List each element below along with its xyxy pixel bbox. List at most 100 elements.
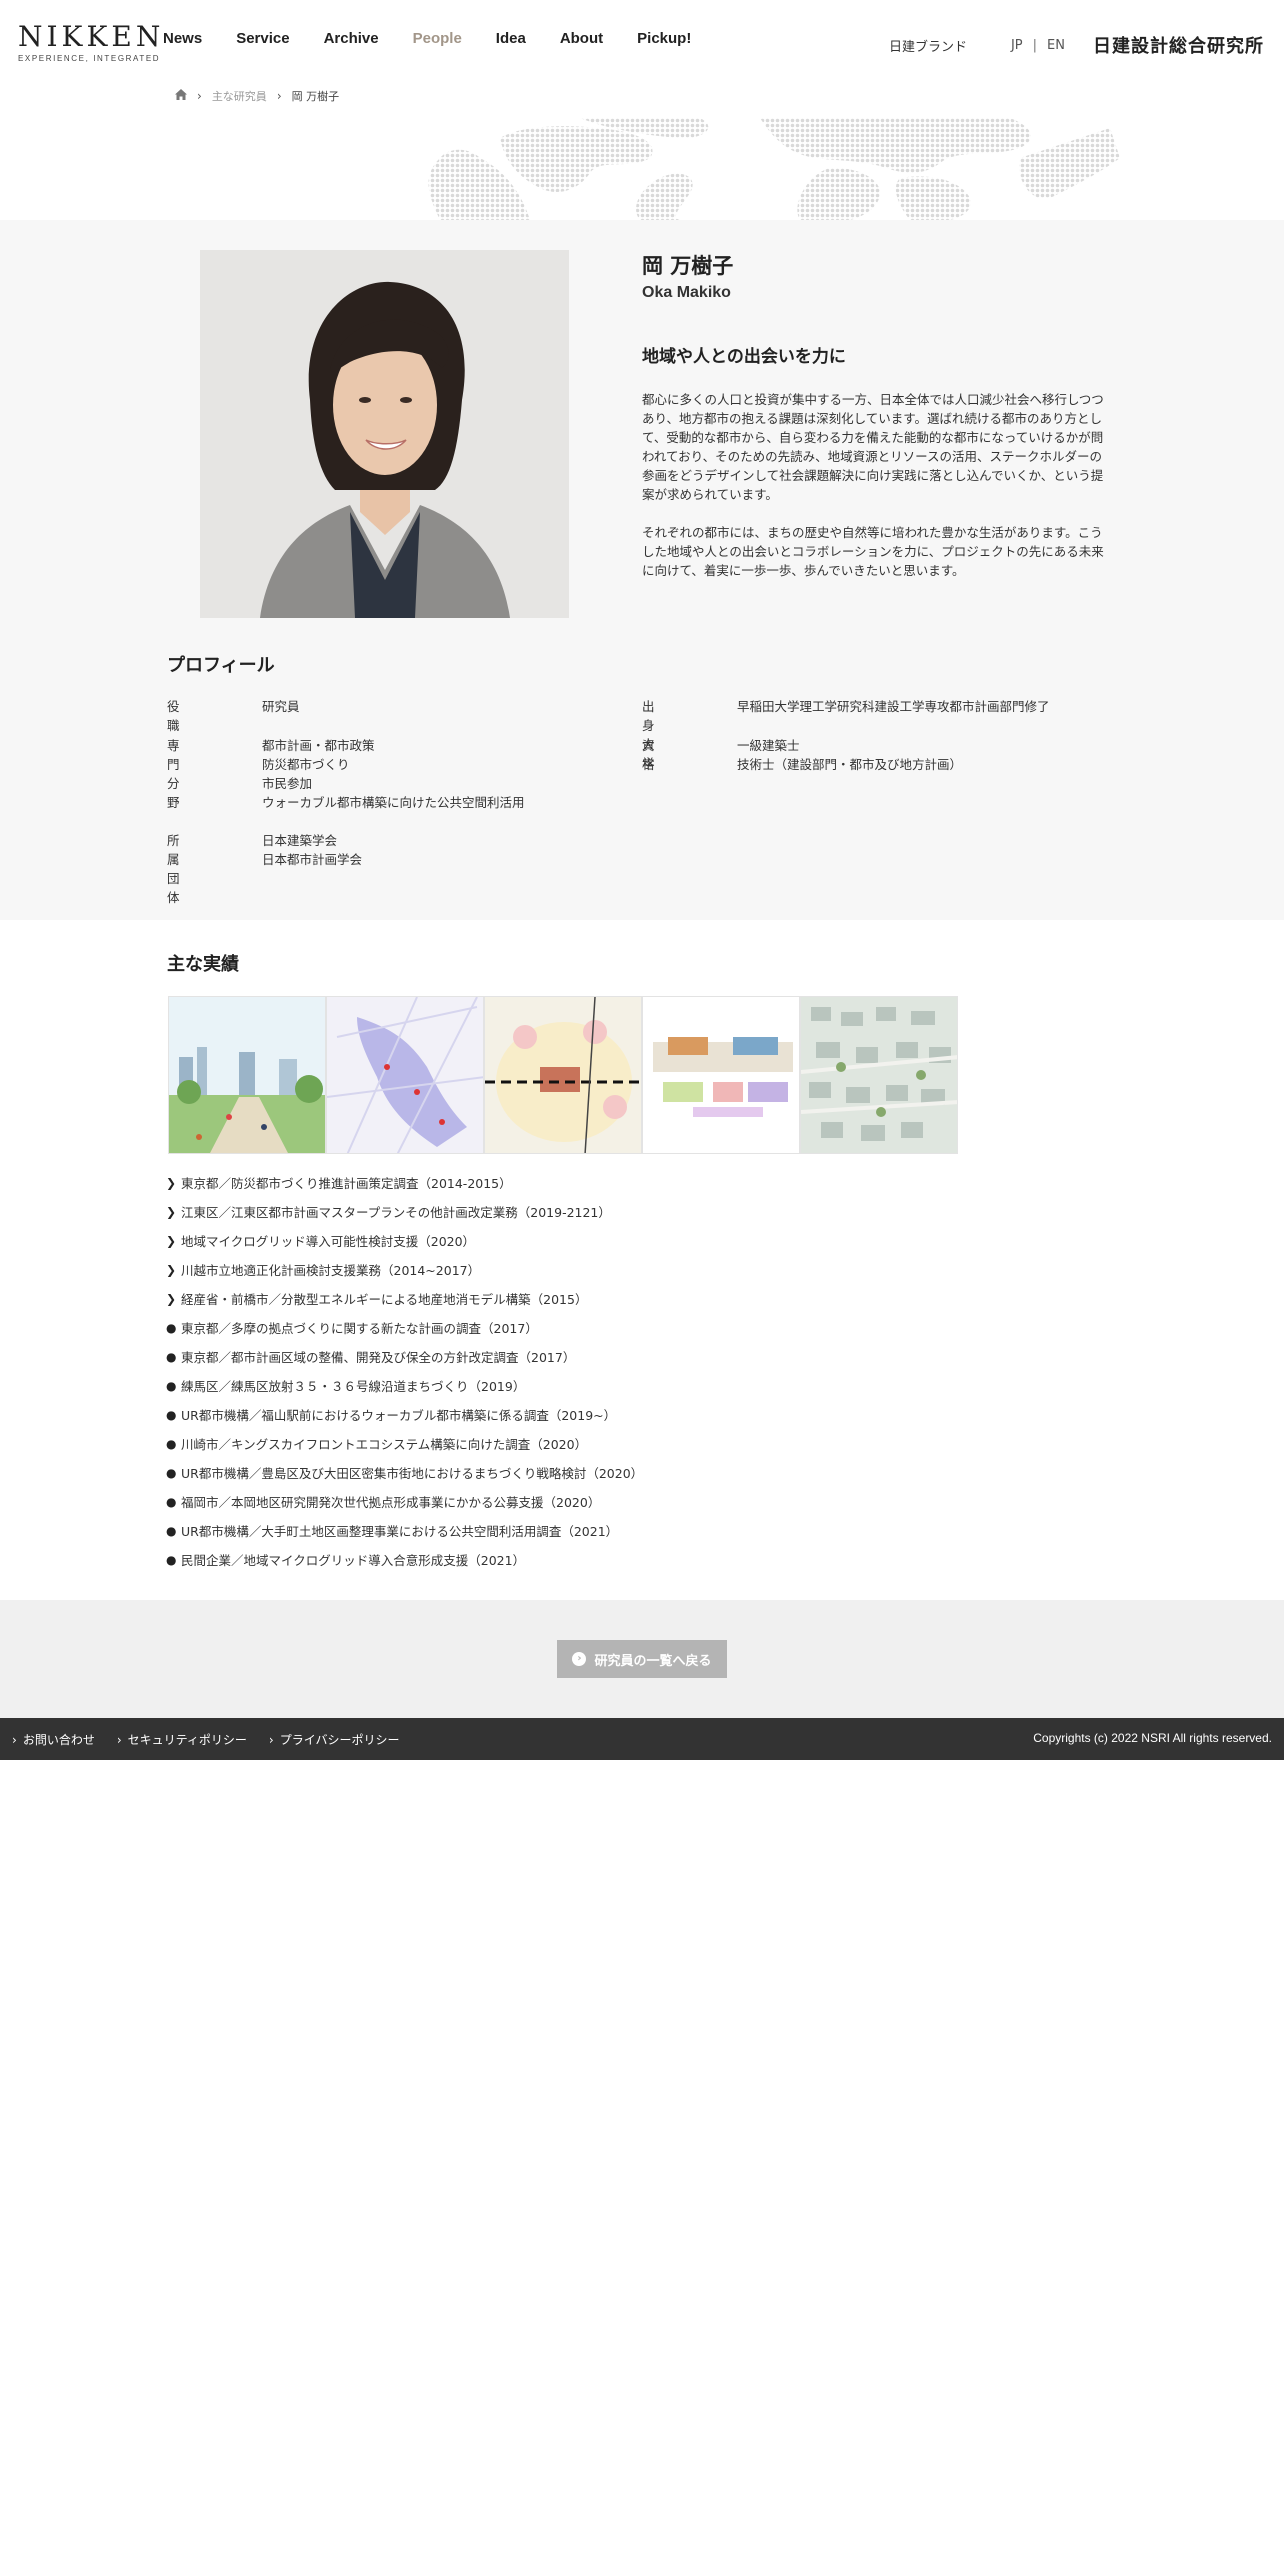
bullet-icon: ● [166, 1553, 177, 1567]
list-item: ● UR都市機構／大手町土地区画整理事業における公共空間利活用調査（2021） [166, 1522, 643, 1551]
list-item: ● UR都市機構／豊島区及び大田区密集市街地におけるまちづくり戦略検討（2020） [166, 1464, 643, 1493]
world-map-banner [0, 118, 1284, 220]
lang-en[interactable]: EN [1047, 38, 1065, 53]
lang-separator: | [1032, 37, 1038, 53]
achievement-text: 東京都／都市計画区域の整備、開発及び保全の方針改定調査（2017） [181, 1350, 576, 1365]
list-item[interactable]: ❯ 経産省・前橋市／分散型エネルギーによる地産地消モデル構築（2015） [166, 1290, 643, 1319]
profile-value: 一級建築士 [737, 738, 800, 753]
logo-tagline: EXPERIENCE, INTEGRATED [18, 54, 161, 63]
project-image-station [642, 996, 800, 1154]
researcher-name-en: Oka Makiko [642, 284, 731, 301]
achievements-title: 主な実績 [167, 954, 239, 975]
achievements-gallery [168, 996, 958, 1154]
chevron-right-icon: ❯ [166, 1176, 177, 1190]
chevron-right-icon: ❯ [166, 1234, 177, 1248]
achievement-text: UR都市機構／大手町土地区画整理事業における公共空間利活用調査（2021） [181, 1524, 619, 1539]
footer-links: › お問い合わせ › セキュリティポリシー › プライバシーポリシー [12, 1731, 422, 1748]
profile-value: 市民参加 [262, 776, 313, 791]
project-image-map [326, 996, 484, 1154]
project-image-park [168, 996, 326, 1154]
bullet-icon: ● [166, 1495, 177, 1509]
achievement-text: 民間企業／地域マイクログリッド導入合意形成支援（2021） [181, 1553, 526, 1568]
achievements-list: ❯ 東京都／防災都市づくり推進計画策定調査（2014-2015） ❯ 江東区／江東区… [166, 1174, 643, 1580]
header-utility: 日建ブランド JP | EN 日建設計総合研究所 [889, 32, 1264, 58]
achievement-text: 練馬区／練馬区放射３５・３６号線沿道まちづくり（2019） [181, 1379, 526, 1394]
project-image-aerial [800, 996, 958, 1154]
profile-label: 役職 [167, 699, 180, 733]
nav-about[interactable]: About [560, 30, 603, 47]
nikken-logo[interactable]: NIKKEN EXPERIENCE, INTEGRATED [18, 22, 164, 64]
nav-pickup[interactable]: Pickup! [637, 30, 691, 47]
profile-value: 研究員 [262, 699, 300, 714]
profile-label: 専門分野 [167, 738, 180, 810]
bullet-icon: ● [166, 1379, 177, 1393]
profile-value: 日本建築学会 [262, 833, 338, 848]
bullet-icon: ● [166, 1466, 177, 1480]
nav-service[interactable]: Service [236, 30, 289, 47]
profile-value: 防災都市づくり [262, 757, 350, 772]
profile-label: 所属団体 [167, 833, 180, 905]
back-to-list-button[interactable]: › 研究員の一覧へ戻る [557, 1640, 727, 1678]
achievement-text: 地域マイクログリッド導入可能性検討支援（2020） [181, 1234, 476, 1249]
footer-link-security[interactable]: › セキュリティポリシー [117, 1731, 247, 1748]
site-footer: › お問い合わせ › セキュリティポリシー › プライバシーポリシー Copyrigh… [0, 1718, 1284, 1760]
brand-link[interactable]: 日建ブランド [889, 36, 967, 55]
profile-value: 都市計画・都市政策 [262, 738, 375, 753]
footer-link-contact[interactable]: › お問い合わせ [12, 1731, 95, 1748]
bullet-icon: ● [166, 1321, 177, 1335]
profile-value: 技術士（建設部門・都市及び地方計画） [737, 757, 963, 772]
achievement-text: 経産省・前橋市／分散型エネルギーによる地産地消モデル構築（2015） [181, 1292, 588, 1307]
nav-idea[interactable]: Idea [496, 30, 526, 47]
breadcrumb-current: 岡 万樹子 [291, 90, 340, 103]
back-button-label: 研究員の一覧へ戻る [594, 1653, 712, 1669]
researcher-photo [200, 250, 569, 618]
project-image-diagram [484, 996, 642, 1154]
nav-news[interactable]: News [163, 30, 202, 47]
chevron-right-icon: › [197, 89, 202, 103]
list-item: ● 川崎市／キングスカイフロントエコシステム構築に向けた調査（2020） [166, 1435, 643, 1464]
bullet-icon: ● [166, 1408, 177, 1422]
catchphrase-heading: 地域や人との出会いを力に [642, 347, 846, 367]
achievement-text: 川崎市／キングスカイフロントエコシステム構築に向けた調査（2020） [181, 1437, 588, 1452]
list-item[interactable]: ❯ 江東区／江東区都市計画マスタープランその他計画改定業務（2019-2121） [166, 1203, 643, 1232]
footer-link-label: プライバシーポリシー [279, 1733, 400, 1747]
chevron-right-icon: › [572, 1652, 587, 1666]
list-item[interactable]: ❯ 川越市立地適正化計画検討支援業務（2014~2017） [166, 1261, 643, 1290]
list-item[interactable]: ❯ 地域マイクログリッド導入可能性検討支援（2020） [166, 1232, 643, 1261]
list-item: ● 東京都／多摩の拠点づくりに関する新たな計画の調査（2017） [166, 1319, 643, 1348]
home-icon[interactable] [175, 89, 187, 103]
bio-paragraph: それぞれの都市には、まちの歴史や自然等に培われた豊かな生活があります。こうした地… [642, 525, 1104, 578]
list-item[interactable]: ❯ 東京都／防災都市づくり推進計画策定調査（2014-2015） [166, 1174, 643, 1203]
achievement-text: 福岡市／本岡地区研究開発次世代拠点形成事業にかかる公募支援（2020） [181, 1495, 601, 1510]
bullet-icon: ● [166, 1524, 177, 1538]
profile-value: 早稲田大学理工学研究科建設工学専攻都市計画部門修了 [737, 699, 1050, 714]
profile-value: 日本都市計画学会 [262, 852, 363, 867]
achievement-text: UR都市機構／福山駅前におけるウォーカブル都市構築に係る調査（2019~） [181, 1408, 617, 1423]
list-item: ● 民間企業／地域マイクログリッド導入合意形成支援（2021） [166, 1551, 643, 1580]
list-item: ● 東京都／都市計画区域の整備、開発及び保全の方針改定調査（2017） [166, 1348, 643, 1377]
achievement-text: 川越市立地適正化計画検討支援業務（2014~2017） [181, 1263, 481, 1278]
chevron-right-icon: › [276, 89, 282, 103]
chevron-right-icon: ❯ [166, 1263, 177, 1277]
achievement-text: UR都市機構／豊島区及び大田区密集市街地におけるまちづくり戦略検討（2020） [181, 1466, 644, 1481]
bullet-icon: ● [166, 1350, 177, 1364]
site-header: NIKKEN EXPERIENCE, INTEGRATED News Servi… [0, 0, 1284, 80]
footer-link-privacy[interactable]: › プライバシーポリシー [269, 1731, 400, 1748]
breadcrumb-researchers[interactable]: 主な研究員 [212, 88, 267, 104]
achievement-text: 東京都／多摩の拠点づくりに関する新たな計画の調査（2017） [181, 1321, 538, 1336]
breadcrumb: › 主な研究員 › 岡 万樹子 [175, 88, 339, 104]
list-item: ● 福岡市／本岡地区研究開発次世代拠点形成事業にかかる公募支援（2020） [166, 1493, 643, 1522]
researcher-name-jp: 岡 万樹子 [642, 254, 734, 278]
bio-text: 都心に多くの人口と投資が集中する一方、日本全体では人口減少社会へ移行しつつあり、… [642, 390, 1112, 599]
corp-logo[interactable]: 日建設計総合研究所 [1093, 32, 1264, 58]
nav-archive[interactable]: Archive [324, 30, 379, 47]
achievement-text: 江東区／江東区都市計画マスタープランその他計画改定業務（2019-2121） [181, 1205, 611, 1220]
achievement-text: 東京都／防災都市づくり推進計画策定調査（2014-2015） [181, 1176, 512, 1191]
profile-value: ウォーカブル都市構築に向けた公共空間利活用 [262, 795, 525, 810]
nav-people[interactable]: People [413, 30, 462, 47]
list-item: ● 練馬区／練馬区放射３５・３６号線沿道まちづくり（2019） [166, 1377, 643, 1406]
lang-jp[interactable]: JP [1011, 38, 1023, 53]
profile-label: 資格 [642, 738, 655, 772]
chevron-right-icon: ❯ [166, 1205, 177, 1219]
footer-link-label: セキュリティポリシー [127, 1733, 247, 1747]
